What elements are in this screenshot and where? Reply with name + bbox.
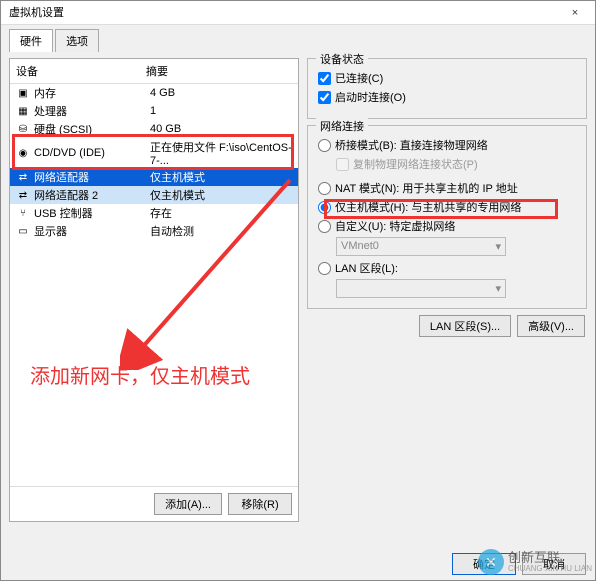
lan-input[interactable] [318,262,331,275]
device-name: 处理器 [34,103,150,119]
titlebar: 虚拟机设置 × [1,1,595,25]
device-summary: 自动检测 [150,223,292,239]
net-buttons: LAN 区段(S)... 高级(V)... [307,315,587,337]
network-icon: ⇄ [16,170,30,184]
device-name: 网络适配器 2 [34,187,150,203]
memory-icon: ▣ [16,86,30,100]
custom-label: 自定义(U): 特定虚拟网络 [335,218,455,234]
device-row-net2[interactable]: ⇄ 网络适配器 2 仅主机模式 [10,186,298,204]
vmnet-select: VMnet0 ▾ [336,237,506,256]
device-summary: 正在使用文件 F:\iso\CentOS-7-... [150,139,292,167]
connected-input[interactable] [318,72,331,85]
device-summary: 仅主机模式 [150,169,292,185]
network-title: 网络连接 [316,118,368,134]
remove-button[interactable]: 移除(R) [228,493,292,515]
device-name: 内存 [34,85,150,101]
lan-radio[interactable]: LAN 区段(L): [318,260,576,276]
device-row-cpu[interactable]: ▦ 处理器 1 [10,102,298,120]
device-status-group: 设备状态 已连接(C) 启动时连接(O) [307,58,587,119]
device-status-title: 设备状态 [316,51,368,67]
connect-on-label: 启动时连接(O) [335,89,406,105]
cpu-icon: ▦ [16,104,30,118]
vm-settings-window: 虚拟机设置 × 硬件 选项 设备 摘要 ▣ 内存 4 GB ▦ 处理器 1 ⛁ [0,0,596,581]
connect-on-checkbox[interactable]: 启动时连接(O) [318,89,576,105]
connected-checkbox[interactable]: 已连接(C) [318,70,576,86]
network-icon: ⇄ [16,188,30,202]
bridged-label: 桥接模式(B): 直接连接物理网络 [335,137,488,153]
device-name: 硬盘 (SCSI) [34,121,150,137]
chevron-down-icon: ▾ [495,282,501,295]
window-title: 虚拟机设置 [9,1,64,24]
footer-buttons: 确定 取消 [452,553,586,575]
lan-select-wrap: ▾ [336,279,576,298]
hostonly-radio[interactable]: 仅主机模式(H): 与主机共享的专用网络 [318,199,576,215]
device-row-display[interactable]: ▭ 显示器 自动检测 [10,222,298,240]
device-summary: 4 GB [150,87,292,99]
cancel-button[interactable]: 取消 [522,553,586,575]
bridged-radio[interactable]: 桥接模式(B): 直接连接物理网络 [318,137,576,153]
display-icon: ▭ [16,224,30,238]
device-row-net1[interactable]: ⇄ 网络适配器 仅主机模式 [10,168,298,186]
cd-icon: ◉ [16,146,30,160]
nat-radio[interactable]: NAT 模式(N): 用于共享主机的 IP 地址 [318,180,576,196]
vmnet-value: VMnet0 [341,240,379,253]
right-panel: 设备状态 已连接(C) 启动时连接(O) 网络连接 桥接模式(B): 直接连接物… [307,58,587,522]
usb-icon: ⑂ [16,206,30,220]
bridged-input[interactable] [318,139,331,152]
device-summary: 仅主机模式 [150,187,292,203]
device-list-panel: 设备 摘要 ▣ 内存 4 GB ▦ 处理器 1 ⛁ 硬盘 (SCSI) 40 G… [9,58,299,522]
tabs: 硬件 选项 [1,25,595,52]
connected-label: 已连接(C) [335,70,383,86]
replicate-label: 复制物理网络连接状态(P) [353,156,478,172]
lan-select: ▾ [336,279,506,298]
device-row-memory[interactable]: ▣ 内存 4 GB [10,84,298,102]
col-summary: 摘要 [146,63,292,79]
ok-button[interactable]: 确定 [452,553,516,575]
device-list-header: 设备 摘要 [10,59,298,84]
vmnet-select-wrap: VMnet0 ▾ [336,237,576,256]
lan-label: LAN 区段(L): [335,260,398,276]
tab-options[interactable]: 选项 [55,29,99,52]
hostonly-input[interactable] [318,201,331,214]
nat-label: NAT 模式(N): 用于共享主机的 IP 地址 [335,180,518,196]
body: 设备 摘要 ▣ 内存 4 GB ▦ 处理器 1 ⛁ 硬盘 (SCSI) 40 G… [1,52,595,530]
device-name: CD/DVD (IDE) [34,147,150,159]
device-buttons: 添加(A)... 移除(R) [10,486,298,521]
chevron-down-icon: ▾ [495,240,501,253]
replicate-input [336,158,349,171]
device-row-disk[interactable]: ⛁ 硬盘 (SCSI) 40 GB [10,120,298,138]
lan-segments-button[interactable]: LAN 区段(S)... [419,315,511,337]
connect-on-input[interactable] [318,91,331,104]
device-name: 网络适配器 [34,169,150,185]
advanced-button[interactable]: 高级(V)... [517,315,585,337]
device-name: 显示器 [34,223,150,239]
custom-radio[interactable]: 自定义(U): 特定虚拟网络 [318,218,576,234]
spacer [10,240,298,486]
disk-icon: ⛁ [16,122,30,136]
close-icon[interactable]: × [555,1,595,24]
device-row-usb[interactable]: ⑂ USB 控制器 存在 [10,204,298,222]
add-button[interactable]: 添加(A)... [154,493,222,515]
device-row-cddvd[interactable]: ◉ CD/DVD (IDE) 正在使用文件 F:\iso\CentOS-7-..… [10,138,298,168]
device-summary: 存在 [150,205,292,221]
device-summary: 40 GB [150,123,292,135]
network-group: 网络连接 桥接模式(B): 直接连接物理网络 复制物理网络连接状态(P) NAT… [307,125,587,309]
col-device: 设备 [16,63,146,79]
device-name: USB 控制器 [34,205,150,221]
hostonly-label: 仅主机模式(H): 与主机共享的专用网络 [335,199,521,215]
custom-input[interactable] [318,220,331,233]
device-summary: 1 [150,105,292,117]
nat-input[interactable] [318,182,331,195]
replicate-checkbox: 复制物理网络连接状态(P) [336,156,576,172]
tab-hardware[interactable]: 硬件 [9,29,53,52]
